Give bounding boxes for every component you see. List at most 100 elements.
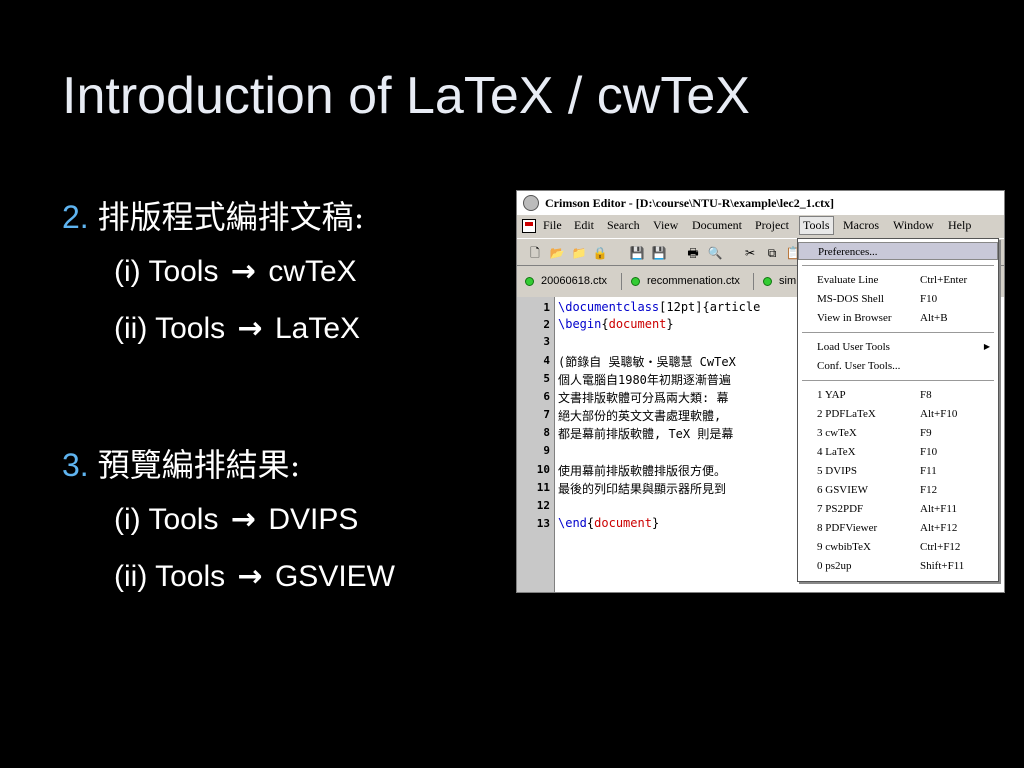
bullet-heading: 排版程式編排文稿: (97, 198, 365, 236)
menu-view[interactable]: View (653, 218, 678, 233)
document-icon[interactable] (522, 219, 536, 233)
menu-item-shortcut: Alt+F11 (920, 503, 957, 515)
open-folder-icon[interactable]: 📂 (549, 245, 565, 261)
menu-item-yap[interactable]: 1 YAP F8 (798, 386, 998, 404)
file-status-icon (631, 277, 640, 286)
menu-help[interactable]: Help (948, 218, 971, 233)
menu-item-shortcut: F12 (920, 484, 938, 496)
menu-item-ms-dos-shell[interactable]: MS-DOS Shell F10 (798, 290, 998, 308)
menu-item-label: 2 PDFLaTeX (817, 408, 876, 420)
menu-item-label: Evaluate Line (817, 274, 879, 286)
save-icon[interactable]: 💾 (629, 245, 645, 261)
line-number: 12 (536, 499, 550, 512)
copy-icon[interactable]: ⧉ (764, 245, 780, 261)
arrow-icon: → (237, 311, 263, 346)
menu-project[interactable]: Project (755, 218, 789, 233)
menu-item-label: 1 YAP (817, 389, 846, 401)
line-number: 3 (543, 335, 550, 348)
cut-icon[interactable]: ✂ (742, 245, 758, 261)
menu-item-preferences[interactable]: Preferences... (798, 242, 998, 260)
line-number: 9 (543, 444, 550, 457)
menu-separator (802, 380, 994, 382)
tab-label: sim (779, 275, 797, 287)
arrow-icon: → (230, 254, 256, 289)
menu-item-ps2up[interactable]: 0 ps2up Shift+F11 (798, 557, 998, 575)
menu-item-label: 4 LaTeX (817, 446, 856, 458)
tab-label: recommenation.ctx (647, 275, 740, 287)
menu-window[interactable]: Window (893, 218, 934, 233)
menu-item-label: Load User Tools (817, 341, 890, 353)
menu-item-latex[interactable]: 4 LaTeX F10 (798, 443, 998, 461)
menu-item-label: Preferences... (818, 246, 878, 258)
code-command: \begin (558, 317, 602, 331)
menu-item-label: Conf. User Tools... (817, 360, 901, 372)
menu-file[interactable]: File (543, 218, 562, 233)
file-tab[interactable]: sim (757, 272, 796, 291)
menu-item-pdflatex[interactable]: 2 PDFLaTeX Alt+F10 (798, 405, 998, 423)
menu-item-label: 0 ps2up (817, 560, 852, 572)
bullet-3: 3. 預覽編排結果: (62, 440, 300, 486)
arrow-icon: → (230, 502, 256, 537)
menu-item-dvips[interactable]: 5 DVIPS F11 (798, 462, 998, 480)
sub-item-prefix: (ii) Tools (114, 312, 226, 345)
code-line: 文書排版軟體可分爲兩大類: 幕 (558, 391, 729, 405)
sub-item-target: LaTeX (274, 312, 361, 345)
code-line: 個人電腦自1980年初期逐漸普遍 (558, 373, 731, 387)
tab-divider (753, 273, 754, 290)
menu-item-cwtex[interactable]: 3 cwTeX F9 (798, 424, 998, 442)
code-line: \begin{document} (558, 317, 674, 331)
bullet-number: 3. (62, 447, 89, 483)
sub-item: (ii) Tools → LaTeX (114, 311, 360, 346)
code-line: (節錄自 吳聰敏・吳聰慧 CwTeX (558, 355, 736, 369)
menu-item-label: 9 cwbibTeX (817, 541, 871, 553)
sub-item: (ii) Tools → GSVIEW (114, 559, 395, 594)
bullet-number: 2. (62, 199, 89, 235)
line-number-gutter: 1 2 3 4 5 6 7 8 9 10 11 12 13 (517, 297, 554, 592)
menu-item-shortcut: F10 (920, 293, 938, 305)
menu-item-gsview[interactable]: 6 GSVIEW F12 (798, 481, 998, 499)
open-template-icon[interactable]: 📁 (571, 245, 587, 261)
code-line: \documentclass[12pt]{article (558, 300, 760, 314)
menu-item-label: 8 PDFViewer (817, 522, 878, 534)
menu-macros[interactable]: Macros (843, 218, 879, 233)
code-command: \end (558, 516, 587, 530)
new-file-icon[interactable]: 🗋 (527, 245, 543, 261)
menu-separator (802, 332, 994, 334)
menu-item-label: View in Browser (817, 312, 892, 324)
menu-item-shortcut: F11 (920, 465, 937, 477)
code-line: \end{document} (558, 516, 659, 530)
code-argument: document (608, 317, 667, 331)
sub-item-target: GSVIEW (274, 560, 395, 593)
menu-item-conf-user-tools[interactable]: Conf. User Tools... (798, 357, 998, 375)
file-status-icon (763, 277, 772, 286)
menu-item-shortcut: F10 (920, 446, 938, 458)
menu-item-shortcut: Alt+B (920, 312, 948, 324)
menu-document[interactable]: Document (692, 218, 742, 233)
sub-item-prefix: (ii) Tools (114, 560, 226, 593)
line-number: 10 (536, 463, 550, 476)
file-tab[interactable]: 20060618.ctx (519, 272, 607, 291)
print-preview-icon[interactable]: 🔍 (707, 245, 723, 261)
menu-item-label: 6 GSVIEW (817, 484, 869, 496)
menu-tools[interactable]: Tools (799, 216, 834, 235)
file-tab[interactable]: recommenation.ctx (625, 272, 740, 291)
menu-item-pdfviewer[interactable]: 8 PDFViewer Alt+F12 (798, 519, 998, 537)
arrow-icon: → (237, 559, 263, 594)
lock-icon[interactable]: 🔒 (592, 245, 608, 261)
code-brace: { (702, 300, 710, 314)
code-brace: } (666, 317, 674, 331)
menu-item-evaluate-line[interactable]: Evaluate Line Ctrl+Enter (798, 271, 998, 289)
print-icon[interactable]: 🖶 (685, 245, 701, 261)
menu-item-view-in-browser[interactable]: View in Browser Alt+B (798, 309, 998, 327)
menu-item-cwbibtex[interactable]: 9 cwbibTeX Ctrl+F12 (798, 538, 998, 556)
line-number: 8 (543, 426, 550, 439)
menu-item-ps2pdf[interactable]: 7 PS2PDF Alt+F11 (798, 500, 998, 518)
line-number: 13 (536, 517, 550, 530)
window-titlebar[interactable]: Crimson Editor - [D:\course\NTU-R\exampl… (517, 191, 1004, 215)
submenu-arrow-icon: ▶ (983, 342, 990, 351)
menu-search[interactable]: Search (607, 218, 640, 233)
code-option: [12pt] (659, 300, 703, 314)
menu-item-load-user-tools[interactable]: Load User Tools ▶ (798, 338, 998, 356)
save-all-icon[interactable]: 💾 (651, 245, 667, 261)
menu-edit[interactable]: Edit (574, 218, 594, 233)
